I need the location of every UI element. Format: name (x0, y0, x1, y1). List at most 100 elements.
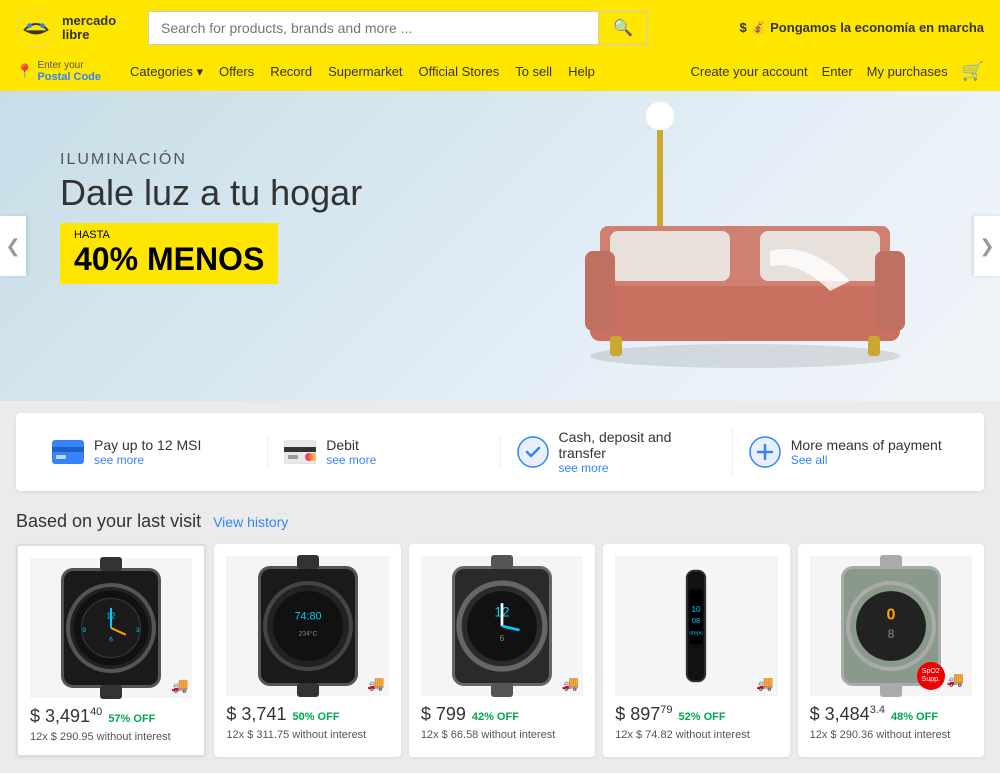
svg-text:10: 10 (692, 604, 702, 614)
location-icon: 📍 (16, 63, 33, 80)
debit-info: Debit see more (326, 437, 376, 467)
payment-strip: Pay up to 12 MSI see more Debit see more (16, 413, 984, 491)
svg-text:8: 8 (887, 627, 894, 641)
discount-badge-2: 50% OFF (292, 711, 339, 723)
postal-enter-label: Enter your (37, 60, 101, 71)
cash-icon (517, 436, 549, 468)
sub-header: 📍 Enter your Postal Code Categories ▾ Of… (0, 56, 1000, 91)
cash-title: Cash, deposit and transfer (559, 429, 716, 461)
logo-text: mercado libre (62, 14, 116, 43)
header-right: $ 💰 Pongamos la economía en marcha (740, 20, 985, 36)
price-row-2: $ 3,741 50% OFF (226, 704, 388, 725)
banner-discount-text: 40% MENOS (74, 241, 264, 277)
more-payment-icon (749, 436, 781, 468)
price-2: $ 3,741 (226, 704, 286, 725)
create-account-link[interactable]: Create your account (691, 64, 808, 79)
view-history-link[interactable]: View history (213, 514, 288, 530)
price-row-4: $ 89779 52% OFF (615, 704, 777, 725)
installment-2: 12x $ 311.75 without interest (226, 729, 388, 741)
cash-link[interactable]: see more (559, 461, 716, 475)
section-title: Based on your last visit (16, 511, 201, 532)
svg-text:steps: steps (690, 630, 703, 636)
product-card-5[interactable]: 0 8 SpO2Supp. 🚚 $ 3,4843.4 48% OFF 12x $… (798, 544, 984, 757)
banner-sublabel: ILUMINACIÓN (60, 151, 362, 169)
discount-badge-4: 52% OFF (679, 711, 726, 723)
nav-record[interactable]: Record (270, 64, 312, 79)
price-row-3: $ 799 42% OFF (421, 704, 583, 725)
discount-badge-5: 48% OFF (891, 711, 938, 723)
svg-text:74:80: 74:80 (294, 610, 321, 622)
discount-badge-1: 57% OFF (108, 713, 155, 725)
price-3: $ 799 (421, 704, 466, 725)
my-purchases-link[interactable]: My purchases (867, 64, 948, 79)
cart-icon[interactable]: 🛒 (962, 61, 984, 82)
delivery-icon-2: 🚚 (367, 675, 384, 692)
svg-text:234°C: 234°C (298, 629, 317, 637)
logo[interactable]: mercado libre (16, 8, 136, 48)
svg-text:3: 3 (136, 627, 140, 634)
payment-item-more[interactable]: More means of payment See all (733, 436, 964, 468)
price-4: $ 89779 (615, 704, 672, 725)
more-payment-info: More means of payment See all (791, 437, 942, 467)
product-image-2: 74:80 234°C 🚚 (226, 556, 388, 696)
product-card-3[interactable]: 12 6 🚚 $ 799 42% OFF 12x $ 66.58 without… (409, 544, 595, 757)
nav-supermarket[interactable]: Supermarket (328, 64, 402, 79)
installment-4: 12x $ 74.82 without interest (615, 729, 777, 741)
more-payment-title: More means of payment (791, 437, 942, 453)
banner-discount-badge: HASTA 40% MENOS (60, 223, 278, 284)
economia-text: $ 💰 Pongamos la economía en marcha (740, 20, 985, 36)
cash-info: Cash, deposit and transfer see more (559, 429, 716, 475)
nav-right: Create your account Enter My purchases 🛒 (691, 61, 985, 82)
payment-item-msi[interactable]: Pay up to 12 MSI see more (36, 436, 268, 468)
nav-to-sell[interactable]: To sell (515, 64, 552, 79)
nav-links: Categories ▾ Offers Record Supermarket O… (130, 64, 687, 80)
msi-icon (52, 436, 84, 468)
msi-info: Pay up to 12 MSI see more (94, 437, 201, 467)
product-card-4[interactable]: 10 08 steps 🚚 $ 89779 52% OFF 12x $ 74.8… (603, 544, 789, 757)
section-header: Based on your last visit View history (16, 511, 984, 532)
price-5: $ 3,4843.4 (810, 704, 885, 725)
delivery-icon-4: 🚚 (756, 675, 773, 692)
postal-code-label: Postal Code (37, 71, 101, 83)
product-card-1[interactable]: 12 6 9 3 🚚 $ 3,49140 57% OFF 12x $ 290.9… (16, 544, 206, 757)
banner-next-button[interactable]: ❯ (974, 216, 1000, 276)
banner-prev-button[interactable]: ❮ (0, 216, 26, 276)
search-input[interactable] (149, 12, 598, 44)
svg-text:6: 6 (109, 636, 113, 643)
banner-text: ILUMINACIÓN Dale luz a tu hogar HASTA 40… (60, 151, 362, 284)
product-image-4: 10 08 steps 🚚 (615, 556, 777, 696)
products-section: Based on your last visit View history 12… (0, 503, 1000, 773)
enter-link[interactable]: Enter (822, 64, 853, 79)
svg-text:08: 08 (692, 616, 700, 625)
delivery-icon-3: 🚚 (562, 675, 579, 692)
products-grid: 12 6 9 3 🚚 $ 3,49140 57% OFF 12x $ 290.9… (16, 544, 984, 757)
payment-item-debit[interactable]: Debit see more (268, 436, 500, 468)
nav-categories[interactable]: Categories ▾ (130, 64, 203, 80)
msi-link[interactable]: see more (94, 453, 201, 467)
msi-title: Pay up to 12 MSI (94, 437, 201, 453)
delivery-icon-5: 🚚 (947, 671, 964, 688)
nav-official-stores[interactable]: Official Stores (419, 64, 500, 79)
discount-badge-3: 42% OFF (472, 711, 519, 723)
postal-area[interactable]: 📍 Enter your Postal Code (16, 60, 126, 83)
search-button[interactable]: 🔍 (598, 12, 647, 44)
installment-3: 12x $ 66.58 without interest (421, 729, 583, 741)
debit-title: Debit (326, 437, 376, 453)
spo2-badge: SpO2Supp. (917, 662, 945, 690)
payment-item-cash[interactable]: Cash, deposit and transfer see more (501, 429, 733, 475)
banner-sofa-illustration (570, 151, 920, 401)
debit-link[interactable]: see more (326, 453, 376, 467)
nav-offers[interactable]: Offers (219, 64, 254, 79)
product-card-2[interactable]: 74:80 234°C 🚚 $ 3,741 50% OFF 12x $ 311.… (214, 544, 400, 757)
search-bar: 🔍 (148, 11, 648, 45)
svg-text:9: 9 (82, 627, 86, 634)
more-payment-link[interactable]: See all (791, 453, 942, 467)
debit-icon (284, 436, 316, 468)
banner-title: Dale luz a tu hogar (60, 173, 362, 213)
price-row-1: $ 3,49140 57% OFF (30, 706, 192, 727)
delivery-icon-1: 🚚 (171, 677, 188, 694)
svg-text:0: 0 (886, 605, 895, 623)
header: mercado libre 🔍 $ 💰 Pongamos la economía… (0, 0, 1000, 56)
nav-help[interactable]: Help (568, 64, 595, 79)
price-row-5: $ 3,4843.4 48% OFF (810, 704, 972, 725)
